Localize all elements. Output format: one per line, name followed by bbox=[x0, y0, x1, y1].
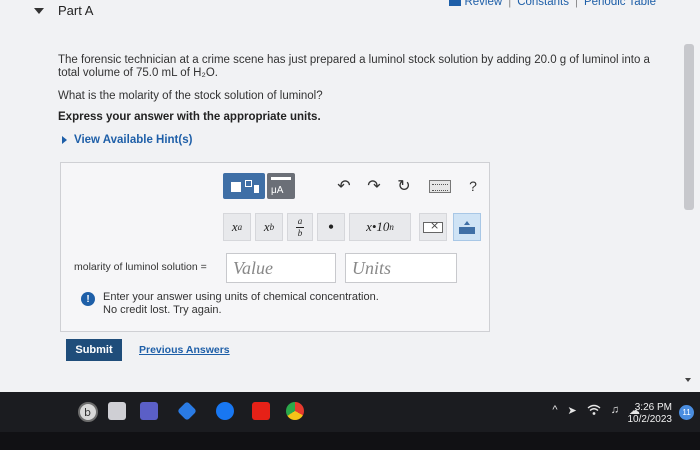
youtube-icon[interactable] bbox=[252, 402, 270, 420]
keyboard-icon bbox=[459, 226, 475, 234]
link-separator: | bbox=[508, 0, 512, 8]
view-hints-toggle[interactable]: View Available Hint(s) bbox=[62, 134, 192, 146]
taskbar-clock[interactable]: 3:26 PM 10/2/2023 bbox=[628, 402, 673, 426]
scientific-notation-key[interactable]: x•10 n bbox=[349, 213, 411, 241]
math-toolbar-keys: xa xb a b • x•10 n bbox=[223, 213, 481, 241]
task-view-icon[interactable] bbox=[108, 402, 126, 420]
svg-text:b: b bbox=[84, 406, 91, 419]
value-input[interactable]: Value bbox=[226, 253, 336, 283]
clock-time: 3:26 PM bbox=[634, 402, 672, 413]
undo-button[interactable]: ↶ bbox=[333, 175, 355, 197]
multiply-dot-key[interactable]: • bbox=[317, 213, 345, 241]
wifi-icon[interactable] bbox=[587, 404, 601, 416]
units-palette-button[interactable]: μA bbox=[267, 173, 295, 199]
constants-link[interactable]: Constants bbox=[517, 0, 569, 8]
part-title: Part A bbox=[58, 3, 94, 18]
windows-taskbar: b ^ ➤ ♫ ☁ 3:26 PM 10/2/2023 11 bbox=[0, 392, 700, 432]
link-separator: | bbox=[574, 0, 578, 8]
math-toolbar-top: μA ↶ ↷ ↻ ? bbox=[223, 173, 481, 199]
units-palette-label: μA bbox=[271, 185, 284, 196]
search-icon[interactable]: b bbox=[70, 398, 110, 426]
collapse-caret-icon[interactable] bbox=[34, 7, 44, 14]
feedback-line-1: Enter your answer using units of chemica… bbox=[103, 291, 379, 303]
units-input[interactable]: Units bbox=[345, 253, 457, 283]
redo-icon: ↷ bbox=[367, 178, 381, 195]
keyboard-shortcuts-button[interactable] bbox=[429, 179, 451, 193]
tray-overflow-chevron-icon[interactable]: ^ bbox=[552, 404, 557, 417]
resource-links: Review | Constants | Periodic Table bbox=[449, 0, 656, 8]
part-header[interactable]: Part A bbox=[34, 3, 93, 18]
chevron-up-icon bbox=[464, 220, 470, 225]
vertical-scrollbar[interactable] bbox=[684, 44, 694, 210]
feedback-message: ! Enter your answer using units of chemi… bbox=[81, 291, 379, 317]
templates-button[interactable] bbox=[223, 173, 265, 199]
answer-label: molarity of luminol solution = bbox=[74, 261, 207, 273]
redo-button[interactable]: ↷ bbox=[363, 175, 385, 197]
clock-date: 10/2/2023 bbox=[627, 414, 673, 425]
reset-icon: ↻ bbox=[397, 178, 411, 195]
browser-content: Part A Review | Constants | Periodic Tab… bbox=[0, 0, 700, 392]
periodic-table-link[interactable]: Periodic Table bbox=[584, 0, 656, 8]
submit-button[interactable]: Submit bbox=[66, 339, 122, 361]
template-box-icon bbox=[245, 180, 252, 187]
feedback-line-2: No credit lost. Try again. bbox=[103, 304, 222, 316]
scroll-down-arrow-icon[interactable] bbox=[685, 378, 691, 382]
teams-icon[interactable] bbox=[140, 402, 158, 420]
help-icon: ? bbox=[469, 178, 477, 194]
answer-instruction: Express your answer with the appropriate… bbox=[58, 111, 321, 123]
warning-icon: ! bbox=[81, 292, 95, 306]
location-icon: ➤ bbox=[567, 405, 577, 417]
notification-badge[interactable]: 11 bbox=[679, 405, 694, 420]
answer-panel: μA ↶ ↷ ↻ ? xa xb a b • x•10 n × molarity… bbox=[60, 162, 490, 332]
review-icon bbox=[449, 0, 462, 7]
chrome-icon[interactable] bbox=[286, 402, 304, 420]
view-hints-label: View Available Hint(s) bbox=[74, 134, 193, 146]
template-bar-icon bbox=[254, 185, 259, 193]
keyboard-toggle-button[interactable] bbox=[453, 213, 481, 241]
previous-answers-link[interactable]: Previous Answers bbox=[139, 344, 230, 356]
review-link[interactable]: Review bbox=[449, 0, 502, 8]
feedback-text: Enter your answer using units of chemica… bbox=[103, 291, 379, 317]
help-button[interactable]: ? bbox=[465, 176, 481, 196]
subscript-key[interactable]: xb bbox=[255, 213, 283, 241]
screen-bezel bbox=[0, 432, 700, 450]
delete-button[interactable] bbox=[419, 213, 447, 241]
prime-video-icon[interactable] bbox=[177, 401, 197, 421]
template-square-icon bbox=[231, 182, 241, 192]
units-bar-icon bbox=[271, 177, 291, 180]
question-prompt: What is the molarity of the stock soluti… bbox=[58, 90, 323, 102]
fraction-key[interactable]: a b bbox=[287, 213, 313, 241]
backspace-icon bbox=[423, 219, 443, 233]
expand-caret-icon bbox=[62, 136, 67, 144]
question-text: The forensic technician at a crime scene… bbox=[58, 54, 650, 79]
undo-icon: ↶ bbox=[337, 178, 351, 195]
volume-icon[interactable]: ♫ bbox=[611, 404, 619, 417]
reset-button[interactable]: ↻ bbox=[393, 175, 415, 197]
superscript-key[interactable]: xa bbox=[223, 213, 251, 241]
facebook-icon[interactable] bbox=[216, 402, 234, 420]
